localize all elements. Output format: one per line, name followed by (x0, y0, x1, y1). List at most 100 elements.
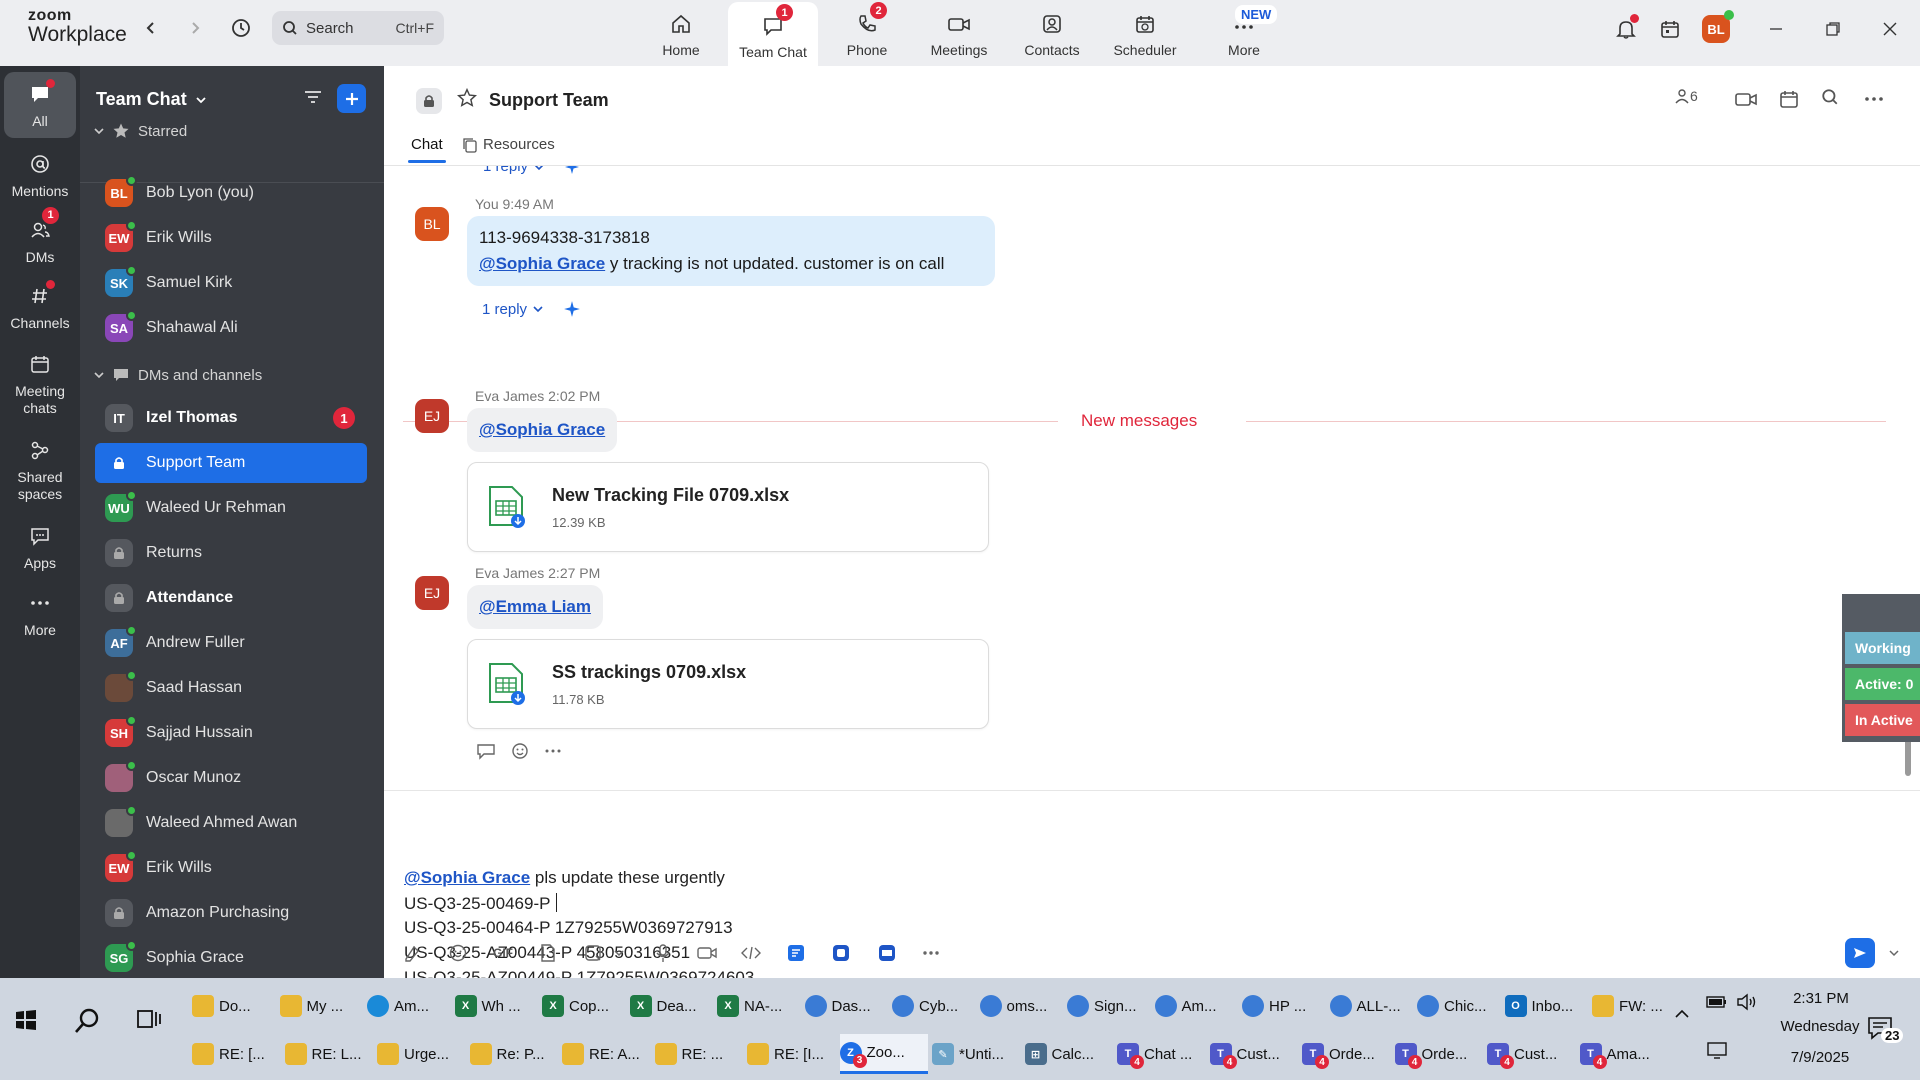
calendar-icon[interactable] (1778, 88, 1800, 110)
taskbar-item[interactable]: X NA-... (717, 986, 801, 1026)
taskbar-item[interactable]: Das... (804, 986, 889, 1026)
more-dots-icon[interactable] (544, 742, 562, 760)
battery-icon[interactable] (1706, 994, 1728, 1014)
mention-link[interactable]: @Emma Liam (479, 597, 591, 616)
forward-arrow-icon[interactable] (183, 16, 207, 40)
dms-section-header[interactable]: DMs and channels (94, 366, 262, 384)
tab-meetings[interactable]: Meetings (914, 0, 1004, 66)
taskbar-item[interactable]: Sign... (1067, 986, 1151, 1026)
clock-day[interactable]: Wednesday (1770, 1018, 1870, 1035)
taskbar-item[interactable]: T 4 Orde... (1394, 1034, 1483, 1074)
sidebar-item-sajjad-hussain[interactable]: SH Sajjad Hussain (95, 713, 367, 753)
search-icon[interactable] (1821, 88, 1839, 106)
taskbar-item[interactable]: X Wh ... (454, 986, 539, 1026)
taskbar-item[interactable]: ⊞ Calc... (1024, 1034, 1113, 1074)
taskbar-item[interactable]: O Inbo... (1504, 986, 1589, 1026)
screenshot-icon[interactable] (580, 940, 606, 966)
sidebar-item-attendance[interactable]: Attendance (95, 578, 367, 618)
taskbar-item[interactable]: T 4 Cust... (1487, 1034, 1575, 1074)
rail-mentions[interactable]: Mentions (0, 150, 80, 200)
emoji-icon[interactable] (445, 940, 471, 966)
rail-shared-spaces[interactable]: Shared spaces (0, 436, 80, 503)
rail-apps[interactable]: Apps (0, 522, 80, 572)
file-attachment[interactable]: New Tracking File 0709.xlsx 12.39 KB (467, 462, 989, 552)
taskbar-item[interactable]: Am... (1154, 986, 1239, 1026)
reply-thread-link[interactable]: 1 reply (483, 166, 580, 175)
taskbar-item[interactable]: Chic... (1417, 986, 1501, 1026)
tab-scheduler[interactable]: Scheduler (1100, 0, 1190, 66)
status-working[interactable]: Working (1845, 632, 1920, 664)
taskbar-item[interactable]: Do... (192, 986, 276, 1026)
taskbar-item[interactable]: Urge... (377, 1034, 465, 1074)
new-chat-button[interactable] (337, 84, 366, 113)
members-count[interactable]: 6 (1674, 88, 1698, 104)
sidebar-item-shahawal-ali[interactable]: SA Shahawal Ali (95, 308, 367, 348)
taskbar-item[interactable]: FW: ... (1592, 986, 1676, 1026)
rail-dms[interactable]: 1 DMs (0, 207, 80, 266)
channel-title[interactable]: Support Team (489, 90, 609, 111)
taskbar-item[interactable]: X Dea... (629, 986, 714, 1026)
taskbar-item[interactable]: Z 3 Zoo... (839, 1034, 928, 1074)
tab-home[interactable]: Home (636, 0, 726, 66)
app-integration-icon[interactable] (828, 940, 854, 966)
video-message-icon[interactable] (694, 940, 720, 966)
star-icon[interactable] (456, 87, 478, 113)
tab-contacts[interactable]: Contacts (1007, 0, 1097, 66)
status-active[interactable]: Active: 0 (1845, 668, 1920, 700)
rail-meeting-chats[interactable]: Meeting chats (0, 350, 80, 417)
sidebar-item-saad-hassan[interactable]: Saad Hassan (95, 668, 367, 708)
back-arrow-icon[interactable] (139, 16, 163, 40)
reply-thread-link[interactable]: 1 reply (482, 300, 581, 318)
sidebar-item-andrew-fuller[interactable]: AF Andrew Fuller (95, 623, 367, 663)
taskbar-item[interactable]: RE: A... (562, 1034, 650, 1074)
taskbar-item[interactable]: RE: [... (192, 1034, 280, 1074)
taskbar-item[interactable]: T 4 Ama... (1579, 1034, 1668, 1074)
avatar[interactable]: EJ (415, 399, 449, 433)
tab-team-chat[interactable]: 1 Team Chat (728, 2, 818, 66)
taskbar-item[interactable]: RE: [I... (747, 1034, 835, 1074)
taskbar-item[interactable]: RE: ... (654, 1034, 743, 1074)
taskbar-item[interactable]: T 4 Cust... (1209, 1034, 1298, 1074)
sidebar-item-samuel-kirk[interactable]: SK Samuel Kirk (95, 263, 367, 303)
starred-section-header[interactable]: Starred (94, 122, 187, 140)
sidebar-item-izel-thomas[interactable]: IT Izel Thomas 1 (95, 398, 367, 438)
taskbar-item[interactable]: My ... (279, 986, 364, 1026)
mention-link[interactable]: @Sophia Grace (404, 868, 530, 887)
taskbar-item[interactable]: RE: L... (284, 1034, 373, 1074)
tab-chat[interactable]: Chat (411, 136, 443, 153)
message-bubble[interactable]: 113-9694338-3173818 @Sophia Grace y trac… (467, 216, 995, 286)
code-snippet-icon[interactable] (738, 940, 764, 966)
minimize-icon[interactable] (1761, 14, 1791, 44)
show-hidden-icons[interactable] (1674, 1006, 1690, 1026)
taskbar-item[interactable]: ALL-... (1329, 986, 1414, 1026)
mention-link[interactable]: @Sophia Grace (479, 254, 605, 273)
message-list[interactable]: 1 reply You 9:49 AM BL 113-9694338-31738… (384, 166, 1920, 790)
sidebar-title[interactable]: Team Chat (96, 89, 207, 110)
close-icon[interactable] (1875, 14, 1905, 44)
chevron-down-icon[interactable] (1881, 940, 1907, 966)
message-bubble[interactable]: @Sophia Grace (467, 408, 618, 452)
clock-date[interactable]: 7/9/2025 (1770, 1049, 1870, 1066)
sidebar-item-amazon-purchasing[interactable]: Amazon Purchasing (95, 893, 367, 933)
sidebar-item-erik-wills-2[interactable]: EW Erik Wills (95, 848, 367, 888)
taskbar-item[interactable]: HP ... (1242, 986, 1326, 1026)
more-options-icon[interactable] (1863, 88, 1885, 110)
format-text-icon[interactable] (399, 940, 425, 966)
more-dots-icon[interactable] (918, 940, 944, 966)
taskbar-item[interactable]: T 4 Chat ... (1117, 1034, 1205, 1074)
mention-link[interactable]: @Sophia Grace (479, 420, 605, 439)
volume-icon[interactable] (1736, 992, 1758, 1016)
taskbar-item[interactable]: Re: P... (469, 1034, 558, 1074)
file-attachment[interactable]: SS trackings 0709.xlsx 11.78 KB (467, 639, 989, 729)
taskbar-search-icon[interactable] (72, 1006, 102, 1041)
search-box[interactable]: Search Ctrl+F (272, 11, 444, 45)
message-bubble[interactable]: @Emma Liam (467, 585, 604, 629)
sidebar-item-support-team[interactable]: Support Team (95, 443, 367, 483)
sidebar-item-oscar-munoz[interactable]: Oscar Munoz (95, 758, 367, 798)
sidebar-item-returns[interactable]: Returns (95, 533, 367, 573)
notification-bell-icon[interactable] (1611, 14, 1641, 44)
rail-more[interactable]: More (0, 589, 80, 639)
taskbar-item[interactable]: Am... (367, 986, 451, 1026)
microphone-icon[interactable] (650, 940, 676, 966)
video-camera-icon[interactable] (1734, 88, 1758, 110)
